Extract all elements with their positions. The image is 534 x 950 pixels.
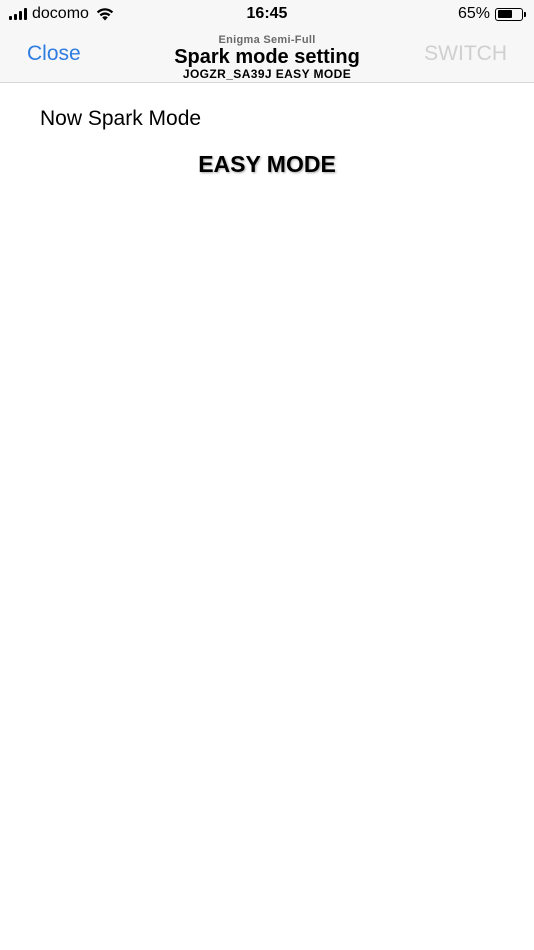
battery-percentage: 65% — [457, 5, 490, 22]
nav-pre-title: Enigma Semi-Full — [218, 34, 316, 46]
battery-tip — [524, 11, 526, 17]
now-spark-mode-label: Now Spark Mode — [40, 107, 202, 130]
nav-title-group: Enigma Semi-Full Spark mode setting JOGZ… — [120, 34, 414, 81]
status-time: 16:45 — [246, 5, 288, 22]
page-title: Spark mode setting — [174, 46, 360, 68]
navigation-bar: Close Enigma Semi-Full Spark mode settin… — [0, 28, 534, 83]
status-bar: docomo 16:45 65% — [0, 0, 534, 28]
current-mode-value: EASY MODE — [198, 151, 336, 177]
close-button[interactable]: Close — [27, 41, 81, 67]
battery-icon — [495, 7, 523, 21]
battery-fill — [497, 10, 512, 18]
app-screen: docomo 16:45 65% Close Enigma Semi-Full … — [0, 0, 534, 950]
nav-subtitle: JOGZR_SA39J EASY MODE — [182, 67, 352, 81]
status-right: 65% — [458, 5, 526, 23]
switch-button[interactable]: SWITCH — [424, 41, 507, 67]
